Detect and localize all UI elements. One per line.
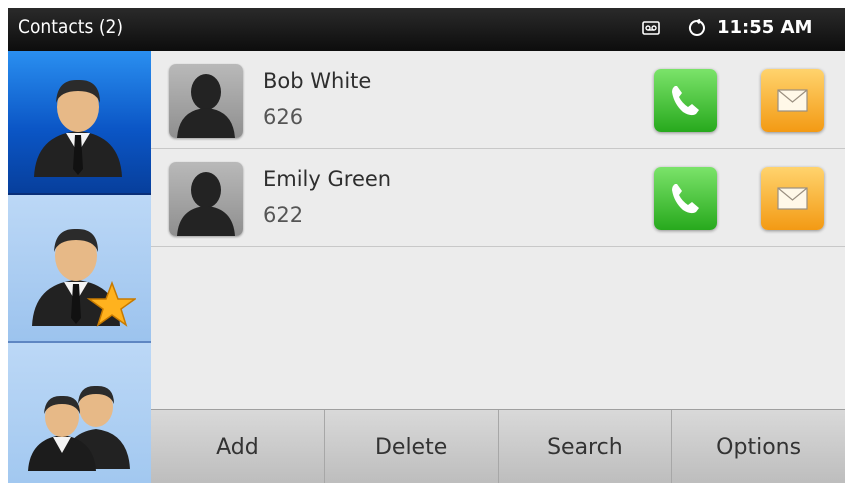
group-contacts-icon <box>28 385 130 471</box>
softkey-bar: Add Delete Search Options <box>151 409 845 483</box>
status-bar: Contacts (2) 11:55 AM <box>8 8 845 51</box>
message-button[interactable] <box>761 69 824 132</box>
voicemail-icon <box>642 19 660 37</box>
call-button[interactable] <box>654 167 717 230</box>
options-button[interactable]: Options <box>672 410 845 483</box>
contacts-sidebar <box>8 51 151 483</box>
favorite-contacts-icon <box>32 228 136 327</box>
call-button[interactable] <box>654 69 717 132</box>
phone-icon <box>672 184 699 214</box>
list-item[interactable]: Bob White 626 <box>151 51 845 149</box>
add-button[interactable]: Add <box>151 410 325 483</box>
list-item[interactable]: Emily Green 622 <box>151 149 845 247</box>
network-icon <box>688 18 706 37</box>
delete-button[interactable]: Delete <box>325 410 499 483</box>
tab-favorites[interactable] <box>8 195 151 343</box>
clock: 11:55 AM <box>717 17 813 38</box>
phone-icon <box>672 86 699 116</box>
silhouette-icon <box>169 162 243 236</box>
envelope-icon <box>777 89 808 112</box>
contact-number: 626 <box>263 105 304 129</box>
tab-groups[interactable] <box>8 343 151 483</box>
message-button[interactable] <box>761 167 824 230</box>
contact-number: 622 <box>263 203 304 227</box>
contact-name: Bob White <box>263 69 372 93</box>
page-title: Contacts (2) <box>18 16 124 38</box>
phone-screen: Contacts (2) 11:55 AM Bob White 626 Emil… <box>8 8 845 483</box>
search-button[interactable]: Search <box>499 410 673 483</box>
contact-person-icon <box>34 79 122 177</box>
envelope-icon <box>777 187 808 210</box>
silhouette-icon <box>169 64 243 138</box>
contact-list: Bob White 626 Emily Green 622 <box>151 51 845 409</box>
contact-name: Emily Green <box>263 167 392 191</box>
tab-all-contacts[interactable] <box>8 51 151 195</box>
